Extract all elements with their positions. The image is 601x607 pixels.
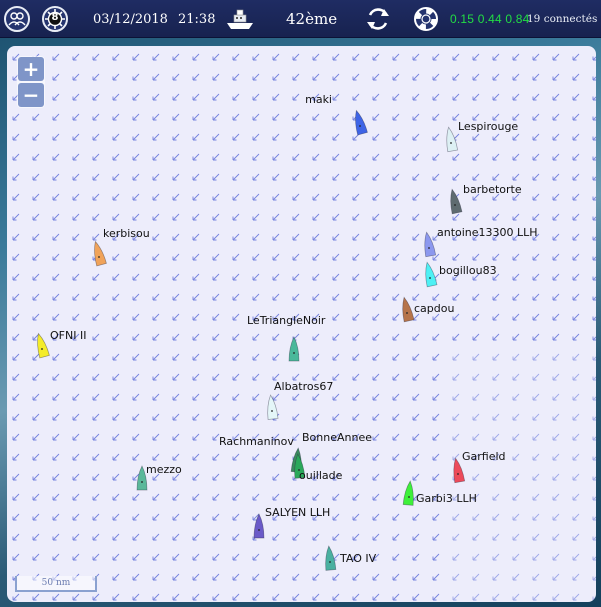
boat-hull-icon[interactable] [91, 240, 107, 267]
boat-label: bogillou83 [439, 264, 497, 277]
time-label: 21:38 [178, 11, 216, 27]
boat-hull-icon[interactable] [399, 296, 415, 323]
zoom-control: + − [17, 56, 45, 108]
boat-hull-icon[interactable] [253, 513, 265, 539]
notification-count: 8 [51, 12, 59, 23]
boat-marker[interactable]: TAO IV [324, 545, 377, 571]
boat-label: antoine13300 LLH [437, 226, 538, 239]
boat-hull-icon[interactable] [324, 545, 337, 571]
boat-hull-icon[interactable] [402, 480, 415, 506]
boat-label: OFNI II [50, 329, 86, 342]
boat-marker[interactable]: capdou [399, 296, 454, 323]
boat-marker[interactable]: Garfield [451, 450, 506, 484]
boat-hull-icon[interactable] [444, 126, 459, 153]
boat-label: capdou [414, 302, 454, 315]
helm-icon: 8 [42, 6, 68, 32]
boat-marker[interactable]: LeTriangleNoir [247, 314, 326, 362]
boat-label: maki [305, 93, 332, 106]
scale-bar: 50 nm [15, 576, 97, 592]
boat-label: Garfield [462, 450, 506, 463]
boat-label: mezzo [146, 463, 182, 476]
date-label: 03/12/2018 [93, 11, 168, 27]
boat-marker[interactable]: bogillou83 [422, 261, 497, 288]
boat-marker[interactable]: ouillade [299, 469, 343, 482]
boats-layer: maki Lespirouge barbetorte kerbisou antoine1… [34, 93, 538, 571]
boat-marker[interactable]: SALYEN LLH [253, 506, 330, 539]
players-button[interactable] [4, 0, 30, 38]
race-map[interactable]: maki Lespirouge barbetorte kerbisou antoine1… [7, 46, 596, 602]
notifications-button[interactable]: 8 [42, 0, 68, 38]
boat-label: Lespirouge [458, 120, 518, 133]
boat-hull-icon[interactable] [266, 394, 279, 420]
boat-hull-icon[interactable] [352, 109, 368, 136]
boat-marker[interactable]: maki [305, 93, 368, 136]
help-button[interactable] [412, 0, 440, 38]
players-icon [4, 6, 30, 32]
boat-hull-icon[interactable] [34, 332, 50, 359]
boat-marker[interactable]: Rachmaninov [219, 435, 303, 473]
boat-button[interactable] [225, 0, 257, 38]
speed-values: 0.15 0.44 0.84 [450, 12, 530, 26]
boat-label: Albatros67 [274, 380, 333, 393]
boat-label: TAO IV [339, 552, 377, 565]
boat-marker[interactable]: mezzo [136, 463, 182, 491]
boat-label: barbetorte [463, 183, 522, 196]
boat-marker[interactable]: Lespirouge [444, 120, 519, 153]
connected-count: 19 connectés [527, 13, 598, 25]
boat-marker[interactable]: antoine13300 LLH [422, 226, 538, 258]
boat-label: Rachmaninov [219, 435, 294, 448]
top-toolbar: 8 03/12/2018 21:38 42ème 0.15 0.44 0.84 … [0, 0, 601, 38]
boat-icon [227, 9, 253, 29]
zoom-in-button[interactable]: + [18, 57, 44, 81]
boat-label: SALYEN LLH [265, 506, 330, 519]
boat-hull-icon[interactable] [422, 231, 437, 258]
lifebuoy-icon [414, 7, 438, 31]
refresh-button[interactable] [364, 0, 392, 38]
refresh-icon [367, 8, 389, 30]
boat-marker[interactable]: barbetorte [447, 183, 522, 215]
boat-label: LeTriangleNoir [247, 314, 326, 327]
rank-label: 42ème [286, 10, 338, 28]
boat-hull-icon[interactable] [288, 336, 300, 362]
boat-marker[interactable]: Albatros67 [266, 380, 334, 420]
zoom-out-button[interactable]: − [18, 83, 44, 107]
boat-marker[interactable]: Garbi3 LLH [402, 480, 477, 506]
boat-marker[interactable]: kerbisou [91, 227, 150, 267]
boat-hull-icon[interactable] [447, 188, 463, 215]
boat-label: BonneAnnee [302, 431, 372, 444]
boat-label: ouillade [299, 469, 343, 482]
boat-marker[interactable]: OFNI II [34, 329, 87, 359]
boat-hull-icon[interactable] [422, 261, 438, 288]
boat-label: kerbisou [103, 227, 150, 240]
boat-label: Garbi3 LLH [416, 492, 477, 505]
